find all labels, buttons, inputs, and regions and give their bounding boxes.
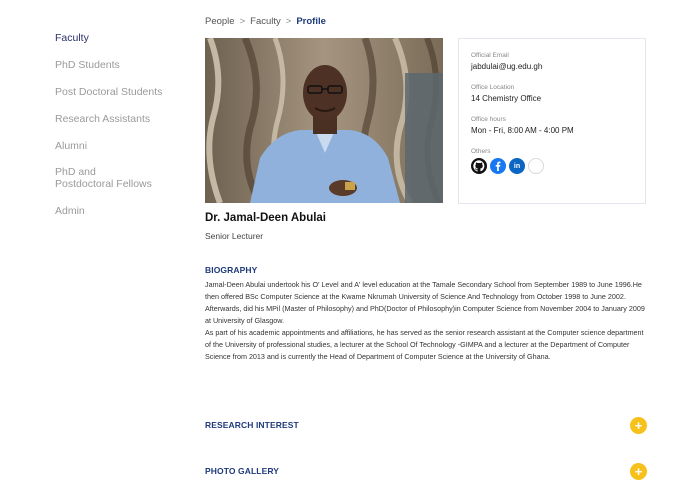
hours-value: Mon - Fri, 8:00 AM - 4:00 PM <box>471 126 574 135</box>
expand-research-icon[interactable]: + <box>630 416 647 434</box>
breadcrumb-people[interactable]: People <box>205 16 235 27</box>
linkedin-icon[interactable]: in <box>509 158 525 174</box>
breadcrumb: People > Faculty > Profile <box>205 16 326 27</box>
others-label: Others <box>471 148 491 155</box>
hours-label: Office hours <box>471 116 506 123</box>
breadcrumb-separator: > <box>239 16 246 27</box>
sidebar-item-post-doctoral-students[interactable]: Post Doctoral Students <box>55 86 185 98</box>
sidebar-item-faculty[interactable]: Faculty <box>55 32 185 44</box>
photo-gallery-heading: PHOTO GALLERY <box>205 466 280 476</box>
sidebar: Faculty PhD Students Post Doctoral Stude… <box>55 32 185 232</box>
expand-gallery-icon[interactable]: + <box>630 462 647 480</box>
sidebar-item-label-line2: Postdoctoral Fellows <box>55 177 152 190</box>
contact-info-card: Official Email jabdulai@ug.edu.gh Office… <box>458 38 646 204</box>
photo-gallery-accordion[interactable]: PHOTO GALLERY + <box>205 462 647 480</box>
github-icon[interactable] <box>471 158 487 174</box>
biography-text: Jamal-Deen Abulai undertook his O' Level… <box>205 279 650 363</box>
biography-heading: BIOGRAPHY <box>205 265 258 275</box>
breadcrumb-profile: Profile <box>296 16 326 27</box>
sidebar-item-label-line1: PhD and <box>55 166 96 178</box>
breadcrumb-faculty[interactable]: Faculty <box>250 16 281 27</box>
sidebar-item-research-assistants[interactable]: Research Assistants <box>55 113 185 125</box>
sidebar-item-admin[interactable]: Admin <box>55 205 185 217</box>
biography-paragraph-1: Jamal-Deen Abulai undertook his O' Level… <box>205 280 645 325</box>
biography-paragraph-2: As part of his academic appointments and… <box>205 328 644 361</box>
profile-photo <box>205 38 443 203</box>
research-interest-heading: RESEARCH INTEREST <box>205 420 299 430</box>
faculty-name: Dr. Jamal-Deen Abulai <box>205 212 327 224</box>
breadcrumb-separator: > <box>285 16 292 27</box>
faculty-title: Senior Lecturer <box>205 231 264 241</box>
email-value[interactable]: jabdulai@ug.edu.gh <box>471 62 645 71</box>
research-interest-accordion[interactable]: RESEARCH INTEREST + <box>205 416 647 434</box>
email-label: Official Email <box>471 52 509 59</box>
social-links: in <box>471 158 645 174</box>
empty-social-icon[interactable] <box>528 158 544 174</box>
sidebar-item-alumni[interactable]: Alumni <box>55 140 185 152</box>
sidebar-item-phd-students[interactable]: PhD Students <box>55 59 185 71</box>
facebook-icon[interactable] <box>490 158 506 174</box>
location-label: Office Location <box>471 84 515 91</box>
location-value: 14 Chemistry Office <box>471 94 542 103</box>
profile-photo-image <box>205 38 443 203</box>
sidebar-item-phd-postdoc-fellows[interactable]: PhD and Postdoctoral Fellows <box>55 166 185 190</box>
